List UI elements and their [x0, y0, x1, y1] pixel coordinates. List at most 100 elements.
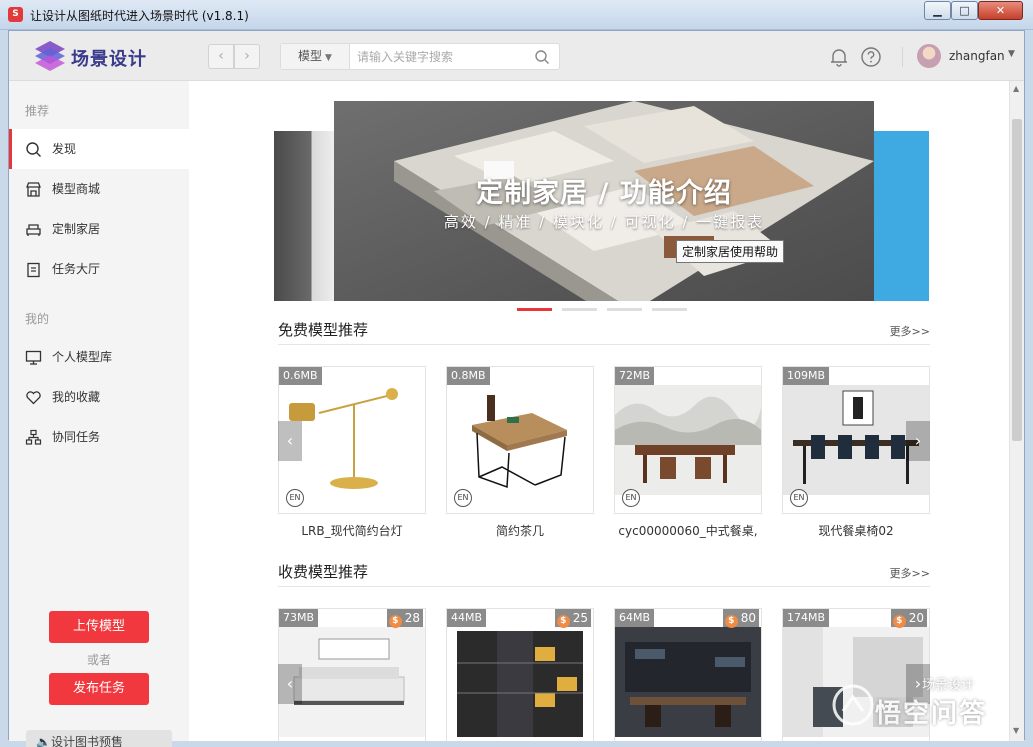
heart-icon [26, 391, 41, 405]
speaker-icon: 🔈 [36, 735, 51, 747]
minimize-button[interactable]: ▁ [924, 1, 951, 20]
model-name[interactable]: LRB_现代简约台灯 [277, 522, 427, 539]
file-size-badge: 72MB [615, 367, 655, 385]
carousel-prev-arrow-icon[interactable]: ‹ [278, 421, 302, 461]
publish-task-button[interactable]: 发布任务 [49, 673, 149, 705]
price-badge: $20 [890, 609, 927, 628]
model-name[interactable]: cyc00000060_中式餐桌, [613, 522, 763, 539]
more-link[interactable]: 更多>> [890, 565, 930, 581]
header-divider [902, 47, 903, 67]
upload-model-button[interactable]: 上传模型 [49, 611, 149, 643]
scroll-up-icon[interactable]: ▲ [1013, 84, 1019, 93]
coin-icon: $ [388, 615, 402, 628]
brand-name: 场景设计 [71, 49, 147, 70]
sidebar-item-personal-library[interactable]: 个人模型库 [9, 337, 189, 377]
help-icon[interactable] [860, 46, 882, 68]
model-name[interactable]: 简约茶几 [445, 522, 595, 539]
avatar[interactable] [917, 44, 941, 68]
model-card[interactable]: 0.8MB EN [446, 366, 594, 514]
sidebar-item-label: 我的收藏 [52, 390, 101, 404]
sidebar-item-label: 模型商城 [52, 182, 101, 196]
scroll-down-icon[interactable]: ▼ [1013, 726, 1019, 735]
search-icon [26, 142, 41, 157]
sidebar-item-label: 定制家居 [52, 222, 101, 236]
maximize-button[interactable]: □ [951, 1, 978, 20]
coin-icon: $ [724, 615, 738, 628]
search-input[interactable] [350, 44, 530, 69]
file-size-badge: 73MB [279, 609, 319, 627]
user-menu-chevron-icon[interactable]: ▼ [1008, 49, 1015, 59]
model-card[interactable]: 44MB $25 [446, 608, 594, 741]
announcement-text: 设计图书预售 [50, 735, 123, 747]
main-content: 定制家居 / 功能介绍 高效 / 精准 / 模块化 / 可视化 / 一键报表 定… [189, 81, 1009, 741]
app-header: 场景设计 ‹ › 模型▼ zhangfan ▼ [9, 31, 1024, 81]
price-badge: $28 [386, 609, 423, 628]
carousel-dot[interactable] [652, 308, 687, 311]
carousel-dot[interactable] [562, 308, 597, 311]
sidebar-item-custom-furniture[interactable]: 定制家居 [9, 209, 189, 249]
paid-models-header: 收费模型推荐 更多>> [278, 555, 930, 587]
monitor-icon [25, 350, 42, 365]
sidebar-item-model-store[interactable]: 模型商城 [9, 169, 189, 209]
language-en-icon: EN [790, 489, 808, 507]
org-chart-icon [25, 429, 42, 445]
model-thumbnail [447, 627, 593, 737]
language-en-icon: EN [622, 489, 640, 507]
more-link[interactable]: 更多>> [890, 323, 930, 339]
banner-title: 定制家居 / 功能介绍 [476, 178, 732, 209]
price-value: 28 [404, 611, 420, 625]
model-card[interactable]: 64MB $80 [614, 608, 762, 741]
file-size-badge: 109MB [783, 367, 830, 385]
coin-icon: $ [892, 615, 906, 628]
model-name[interactable]: 现代餐桌椅02 [781, 522, 931, 539]
price-badge: $80 [722, 609, 759, 628]
app-logo-icon: S [8, 7, 23, 22]
model-card[interactable]: 72MB EN [614, 366, 762, 514]
scrollbar-thumb[interactable] [1012, 119, 1022, 441]
price-value: 20 [908, 611, 924, 625]
announcement-bar[interactable]: 🔈设计图书预售 [26, 730, 172, 747]
carousel-prev-arrow-icon[interactable]: ‹ [278, 664, 302, 704]
carousel-dot[interactable] [607, 308, 642, 311]
username[interactable]: zhangfan [949, 49, 1005, 63]
model-thumbnail [615, 627, 761, 737]
price-value: 80 [740, 611, 756, 625]
bell-icon[interactable] [828, 46, 850, 68]
search-bar: 模型 ▼ [280, 43, 560, 70]
search-type-select[interactable]: 模型 ▼ [281, 44, 350, 69]
main-scrollbar[interactable]: ▲ ▼ [1009, 81, 1024, 741]
promo-banner[interactable]: 定制家居 / 功能介绍 高效 / 精准 / 模块化 / 可视化 / 一键报表 定… [274, 101, 929, 301]
carousel-next-arrow-icon[interactable]: › [906, 664, 930, 704]
file-size-badge: 44MB [447, 609, 487, 627]
window-title: 让设计从图纸时代进入场景时代 (v1.8.1) [30, 9, 249, 23]
carousel-dot[interactable] [517, 308, 552, 311]
or-label: 或者 [86, 653, 111, 667]
file-size-badge: 174MB [783, 609, 830, 627]
app-frame: 场景设计 ‹ › 模型▼ zhangfan ▼ 推荐 发现 模型商城 定制家居 [8, 30, 1025, 747]
forward-button[interactable]: › [234, 44, 260, 69]
sidebar-item-label: 发现 [52, 142, 77, 156]
sidebar: 推荐 发现 模型商城 定制家居 任务大厅 我的 个人模型库 我的收藏 协同任务 … [9, 81, 189, 747]
language-en-icon: EN [286, 489, 304, 507]
brand-logo-icon [35, 41, 65, 71]
search-icon[interactable] [534, 49, 550, 65]
carousel-next-arrow-icon[interactable]: › [906, 421, 930, 461]
sidebar-item-task-hall[interactable]: 任务大厅 [9, 249, 189, 289]
chevron-down-icon: ▼ [325, 53, 332, 63]
price-badge: $25 [554, 609, 591, 628]
sidebar-item-discover[interactable]: 发现 [9, 129, 189, 169]
banner-image: 定制家居 / 功能介绍 高效 / 精准 / 模块化 / 可视化 / 一键报表 定… [334, 101, 874, 301]
coin-icon: $ [556, 615, 570, 628]
banner-prev-slide-image [274, 131, 336, 301]
back-button[interactable]: ‹ [208, 44, 234, 69]
model-thumbnail [615, 385, 761, 495]
sidebar-group-mine: 我的 [25, 312, 50, 326]
close-button[interactable]: ✕ [978, 1, 1023, 20]
section-title: 收费模型推荐 [278, 563, 369, 581]
sidebar-item-label: 任务大厅 [52, 262, 101, 276]
free-models-header: 免费模型推荐 更多>> [278, 313, 930, 345]
file-size-badge: 0.8MB [447, 367, 490, 385]
sidebar-item-favorites[interactable]: 我的收藏 [9, 377, 189, 417]
sidebar-item-collab-tasks[interactable]: 协同任务 [9, 417, 189, 457]
store-icon [26, 182, 41, 197]
